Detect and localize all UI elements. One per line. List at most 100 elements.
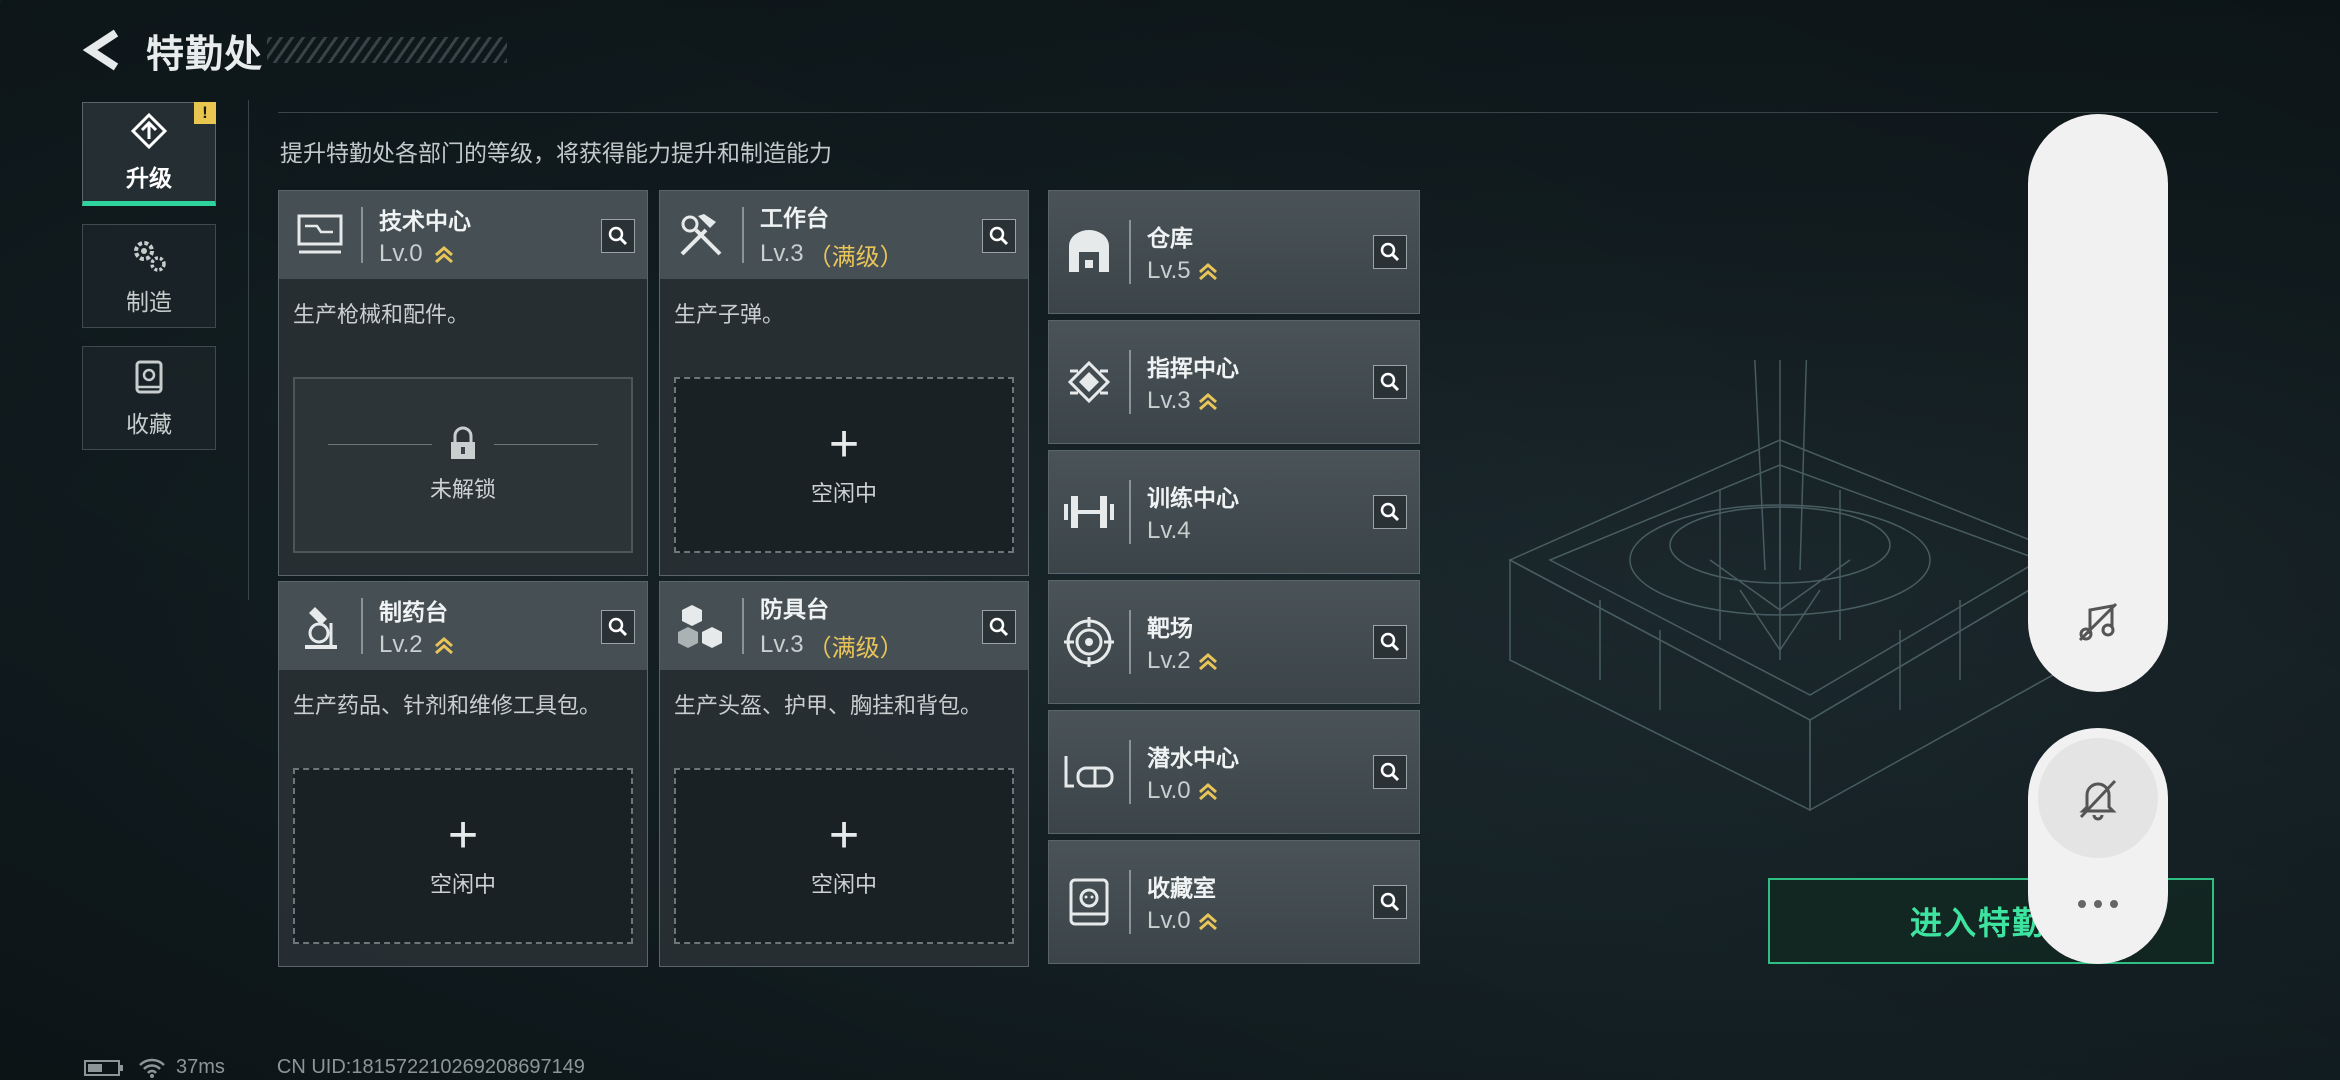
facility-level: Lv.5 [1147,257,1219,285]
music-off-icon[interactable] [2076,600,2120,644]
divider [742,598,744,654]
card-header: 防具台 Lv.3 （满级） [660,582,1028,670]
ping-text: 37ms [176,1056,225,1078]
facility-name: 训练中心 [1147,485,1239,511]
facility-description: 生产枪械和配件。 [293,302,470,327]
divider [1129,870,1131,934]
facility-item-warehouse[interactable]: 仓库 Lv.5 [1048,190,1420,314]
facility-item-collection-room[interactable]: 收藏室 Lv.0 [1048,840,1420,964]
inspect-button[interactable] [1373,495,1407,529]
tab-manufacture[interactable]: 制造 [82,224,216,328]
upgrade-chevron-icon [1198,913,1217,931]
inspect-button[interactable] [601,610,635,644]
facility-level: Lv.0 [1147,907,1219,935]
search-icon [608,226,628,246]
battery-icon [84,1059,123,1076]
slot-status: 空闲中 [810,872,877,897]
divider [1129,220,1131,284]
facility-description: 生产头盔、护甲、胸挂和背包。 [674,693,983,718]
facility-level: Lv.3 （满级） [760,237,904,272]
upgrade-chevron-icon [434,246,453,264]
level-text: Lv.0 [1147,907,1191,934]
facility-item-shooting-range[interactable]: 靶场 Lv.2 [1048,580,1420,704]
slot-status: 空闲中 [429,872,496,897]
facility-name: 工作台 [760,204,829,231]
enter-button-label: 进入特勤 [1910,905,2047,941]
inspect-button[interactable] [982,219,1016,253]
page-title: 特勤处 [146,33,264,76]
notification-toggle[interactable] [2038,738,2158,858]
facility-level: Lv.4 [1147,517,1239,545]
warehouse-icon [1049,190,1129,314]
target-icon [1049,580,1129,704]
tab-label: 收藏 [126,411,172,437]
search-icon [1380,502,1400,522]
wifi-icon [139,1058,165,1078]
facility-card-tech-center[interactable]: 技术中心 Lv.0 生产枪械和配件。 未解锁 [278,190,648,576]
upgrade-chevron-icon [1198,393,1217,411]
tab-upgrade[interactable]: ! 升级 [82,102,216,206]
production-slot-locked: 未解锁 [293,377,633,553]
search-icon [608,617,628,637]
plus-icon: + [828,415,860,473]
card-header: 工作台 Lv.3 （满级） [660,191,1028,279]
tab-label: 制造 [126,289,172,315]
search-icon [1380,242,1400,262]
upgrade-chevron-icon [434,637,453,655]
production-slot[interactable]: + 空闲中 [674,768,1014,944]
search-icon [1380,762,1400,782]
card-header: 技术中心 Lv.0 [279,191,647,279]
level-text: Lv.0 [379,240,423,267]
diving-mask-icon [1049,710,1129,834]
floating-side-panel[interactable] [2028,114,2168,692]
level-text: Lv.2 [379,631,423,658]
facility-name: 收藏室 [1147,875,1216,901]
production-slot[interactable]: + 空闲中 [293,768,633,944]
facility-level: Lv.0 [379,240,471,268]
display-case-icon [1049,840,1129,964]
monitor-icon [279,191,361,279]
facility-level: Lv.3 [1147,387,1239,415]
search-icon [1380,892,1400,912]
upgrade-chevron-icon [1198,263,1217,281]
collection-icon [135,360,163,394]
inspect-button[interactable] [1373,235,1407,269]
tab-label: 升级 [126,165,172,191]
facility-level: Lv.2 [1147,647,1219,675]
facility-card-pharmacy[interactable]: 制药台 Lv.2 生产药品、针剂和维修工具包。 + 空闲中 [278,581,648,967]
divider [361,207,363,263]
uid-text: CN UID:18157221026920869714​9 [276,1056,585,1078]
inspect-button[interactable] [601,219,635,253]
facility-level: Lv.3 （满级） [760,628,904,663]
facility-item-diving-center[interactable]: 潜水中心 Lv.0 [1048,710,1420,834]
back-button[interactable] [80,28,124,72]
facility-card-armor-bench[interactable]: 防具台 Lv.3 （满级） 生产头盔、护甲、胸挂和背包。 + 空闲中 [659,581,1029,967]
facility-name: 制药台 [379,599,448,625]
search-icon [989,617,1009,637]
inspect-button[interactable] [1373,365,1407,399]
inspect-button[interactable] [1373,885,1407,919]
level-text: Lv.3 [1147,387,1191,414]
header: 特勤处 [80,20,508,80]
level-text: Lv.2 [1147,647,1191,674]
facility-item-command-center[interactable]: 指挥中心 Lv.3 [1048,320,1420,444]
more-icon[interactable] [2076,898,2120,910]
facility-name: 技术中心 [379,208,471,234]
facility-card-workbench[interactable]: 工作台 Lv.3 （满级） 生产子弹。 + 空闲中 [659,190,1029,576]
divider [278,112,2218,113]
facility-description: 生产子弹。 [674,302,785,327]
inspect-button[interactable] [1373,625,1407,659]
chip-icon [1049,320,1129,444]
inspect-button[interactable] [982,610,1016,644]
plus-icon: + [828,806,860,864]
max-level-tag: （满级） [807,634,904,662]
upgrade-icon [130,112,168,150]
production-slot[interactable]: + 空闲中 [674,377,1014,553]
facility-level: Lv.2 [379,631,455,659]
inspect-button[interactable] [1373,755,1407,789]
facility-item-training-center[interactable]: 训练中心 Lv.4 [1048,450,1420,574]
tab-collection[interactable]: 收藏 [82,346,216,450]
upgrade-chevron-icon [1198,783,1217,801]
floating-notification-panel[interactable] [2028,728,2168,964]
max-level-tag: （满级） [807,243,904,271]
